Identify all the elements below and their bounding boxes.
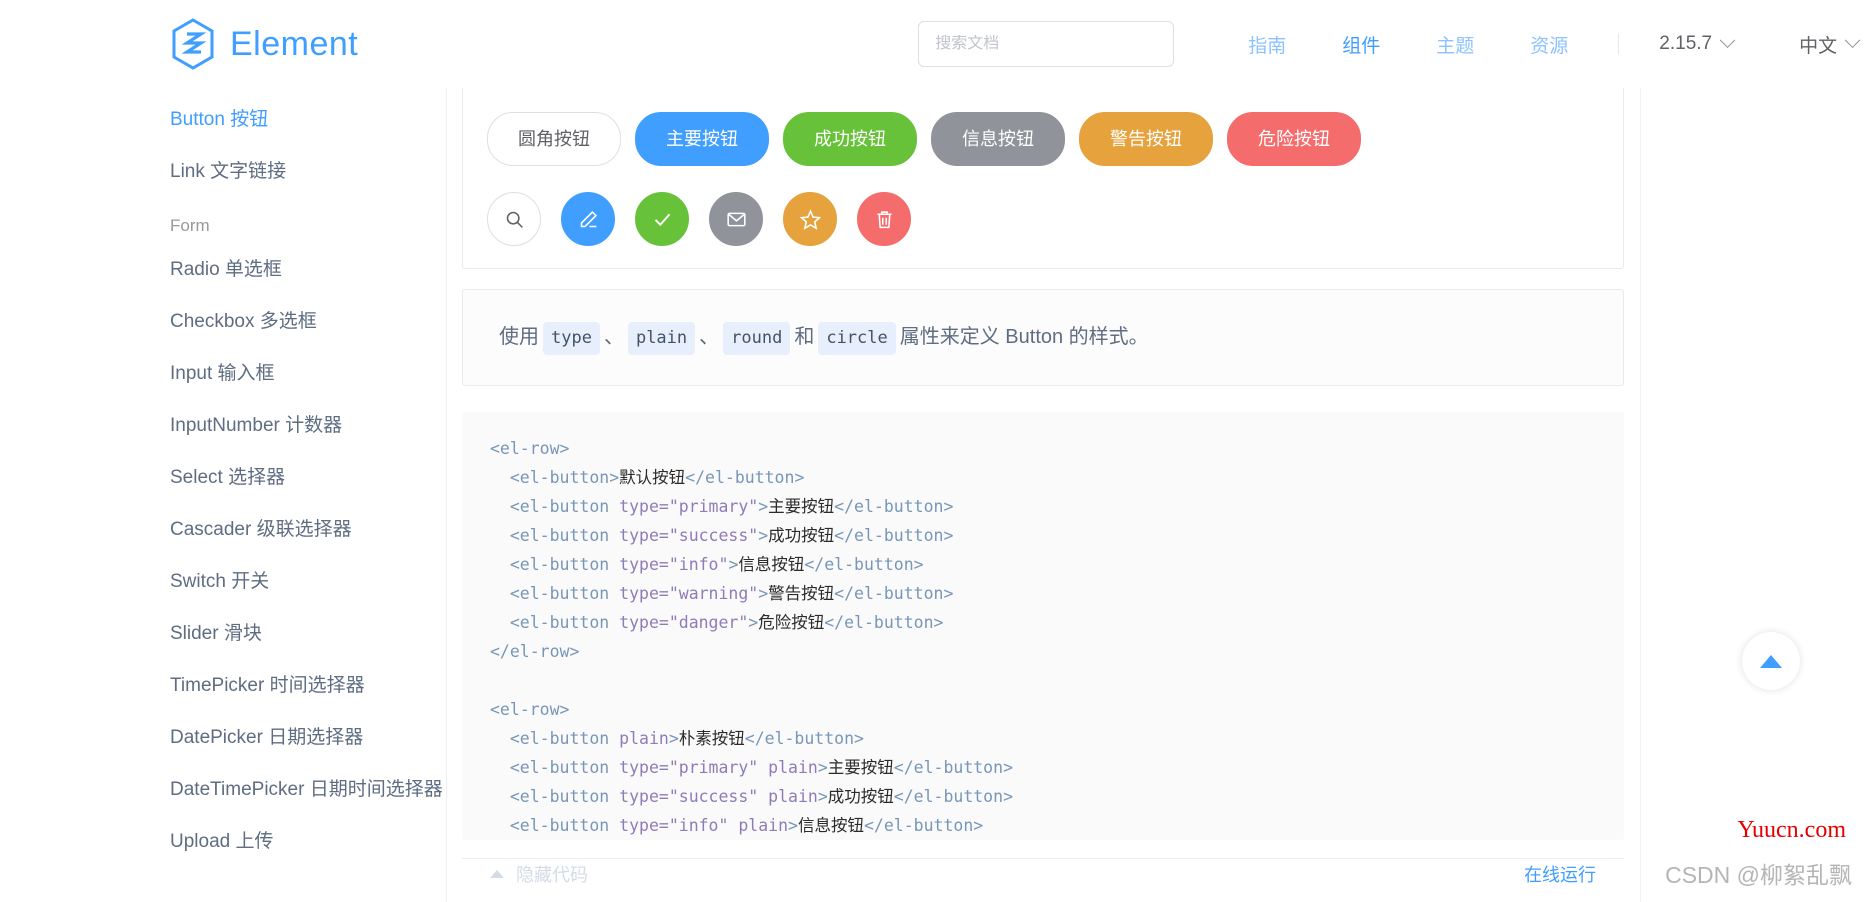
sidebar-group-form: Form (170, 216, 210, 235)
sidebar-item-input[interactable]: Input 输入框 (0, 348, 446, 400)
circle-message-button[interactable] (709, 192, 763, 246)
sidebar-nav: Button 按钮 Link 文字链接 Form Radio 单选框 Check… (0, 88, 447, 902)
round-warning-button[interactable]: 警告按钮 (1079, 112, 1213, 166)
chip-plain: plain (627, 322, 696, 355)
round-success-button[interactable]: 成功按钮 (783, 112, 917, 166)
sidebar-item-switch[interactable]: Switch 开关 (0, 556, 446, 608)
site-header: Element 指南 组件 主题 资源 2.15.7 中文 (0, 0, 1870, 88)
watermark-author: CSDN @柳絮乱飘 (1665, 862, 1852, 888)
circle-button-row (487, 192, 1599, 246)
round-info-button[interactable]: 信息按钮 (931, 112, 1065, 166)
language-label: 中文 (1799, 35, 1838, 57)
sidebar-item-timepicker[interactable]: TimePicker 时间选择器 (0, 660, 446, 712)
chip-round: round (723, 322, 791, 355)
search-input[interactable] (935, 35, 1158, 53)
caret-up-icon (490, 870, 504, 879)
button-demo-block: 朴素按钮 主要按钮 成功按钮 信息按钮 警告按钮 危险按钮 圆角按钮 主要按钮 … (462, 88, 1624, 269)
circle-star-button[interactable] (783, 192, 837, 246)
source-code-area: <el-row> <el-button>默认按钮</el-button> <el… (462, 411, 1624, 840)
watermark-site: Yuucn.com (1737, 817, 1846, 843)
nav-item-resources[interactable]: 资源 (1530, 31, 1568, 58)
desc-suffix: 属性来定义 Button 的样式。 (899, 326, 1149, 348)
code-block-1: <el-row> <el-button>默认按钮</el-button> <el… (490, 438, 954, 661)
sidebar-item-datepicker[interactable]: DatePicker 日期选择器 (0, 712, 446, 764)
delete-icon (874, 209, 895, 230)
version-label: 2.15.7 (1659, 33, 1713, 54)
sidebar-item-select[interactable]: Select 选择器 (0, 452, 446, 504)
chip-circle: circle (818, 322, 896, 355)
sidebar-item-inputnumber[interactable]: InputNumber 计数器 (0, 400, 446, 452)
triangle-up-icon (1760, 654, 1782, 668)
round-default-button[interactable]: 圆角按钮 (487, 112, 621, 166)
nav-item-components[interactable]: 组件 (1342, 31, 1380, 58)
desc-sep-1: 、 (603, 326, 624, 348)
run-online-link[interactable]: 在线运行 (1524, 861, 1596, 887)
nav-item-guide[interactable]: 指南 (1248, 31, 1286, 58)
back-to-top-button[interactable] (1742, 632, 1800, 690)
sidebar-item-datetimepicker[interactable]: DateTimePicker 日期时间选择器 (0, 764, 446, 816)
sidebar-item-slider[interactable]: Slider 滑块 (0, 608, 446, 660)
desc-conj: 和 (794, 326, 815, 348)
desc-sep-2: 、 (699, 326, 720, 348)
edit-icon (578, 209, 599, 230)
search-box[interactable] (918, 21, 1175, 67)
element-hexagon-logo-icon (170, 18, 216, 70)
language-selector[interactable]: 中文 (1799, 31, 1861, 58)
nav-item-theme[interactable]: 主题 (1436, 31, 1474, 58)
message-icon (726, 209, 747, 230)
brand-logo[interactable]: Element (170, 18, 358, 70)
chip-type: type (543, 322, 600, 355)
circle-search-button[interactable] (487, 192, 541, 246)
star-icon (799, 208, 821, 230)
hide-code-toggle[interactable]: 隐藏代码 (490, 861, 588, 887)
sidebar-item-radio[interactable]: Radio 单选框 (0, 244, 446, 296)
circle-edit-button[interactable] (561, 192, 615, 246)
search-icon (504, 209, 525, 230)
nav-links: 指南 组件 主题 资源 (1220, 31, 1596, 58)
chevron-down-icon (1844, 31, 1861, 48)
sidebar-item-checkbox[interactable]: Checkbox 多选框 (0, 296, 446, 348)
round-danger-button[interactable]: 危险按钮 (1227, 112, 1361, 166)
nav-divider (1618, 33, 1620, 55)
check-icon (652, 209, 673, 230)
hide-code-label: 隐藏代码 (516, 865, 588, 886)
round-primary-button[interactable]: 主要按钮 (635, 112, 769, 166)
circle-check-button[interactable] (635, 192, 689, 246)
sidebar-item-upload[interactable]: Upload 上传 (0, 816, 446, 868)
code-block-2: <el-row> <el-button plain>朴素按钮</el-butto… (490, 699, 1013, 835)
sidebar-item-button[interactable]: Button 按钮 (0, 94, 446, 146)
desc-prefix: 使用 (499, 326, 539, 348)
version-selector[interactable]: 2.15.7 (1659, 31, 1736, 55)
header-nav: 指南 组件 主题 资源 2.15.7 中文 (918, 21, 1870, 67)
right-gutter (1640, 88, 1870, 902)
round-button-row: 圆角按钮 主要按钮 成功按钮 信息按钮 警告按钮 危险按钮 (487, 112, 1599, 166)
circle-delete-button[interactable] (857, 192, 911, 246)
brand-name: Element (230, 24, 359, 63)
chevron-down-icon (1719, 31, 1736, 48)
sidebar-item-link[interactable]: Link 文字链接 (0, 146, 446, 198)
description-panel: 使用 type、 plain、 round 和 circle 属性来定义 Button 的样… (462, 289, 1624, 386)
description-text: 使用 type、 plain、 round 和 circle 属性来定义 Button 的样… (499, 320, 1587, 355)
code-footer: 隐藏代码 在线运行 (462, 857, 1624, 890)
sidebar-item-cascader[interactable]: Cascader 级联选择器 (0, 504, 446, 556)
